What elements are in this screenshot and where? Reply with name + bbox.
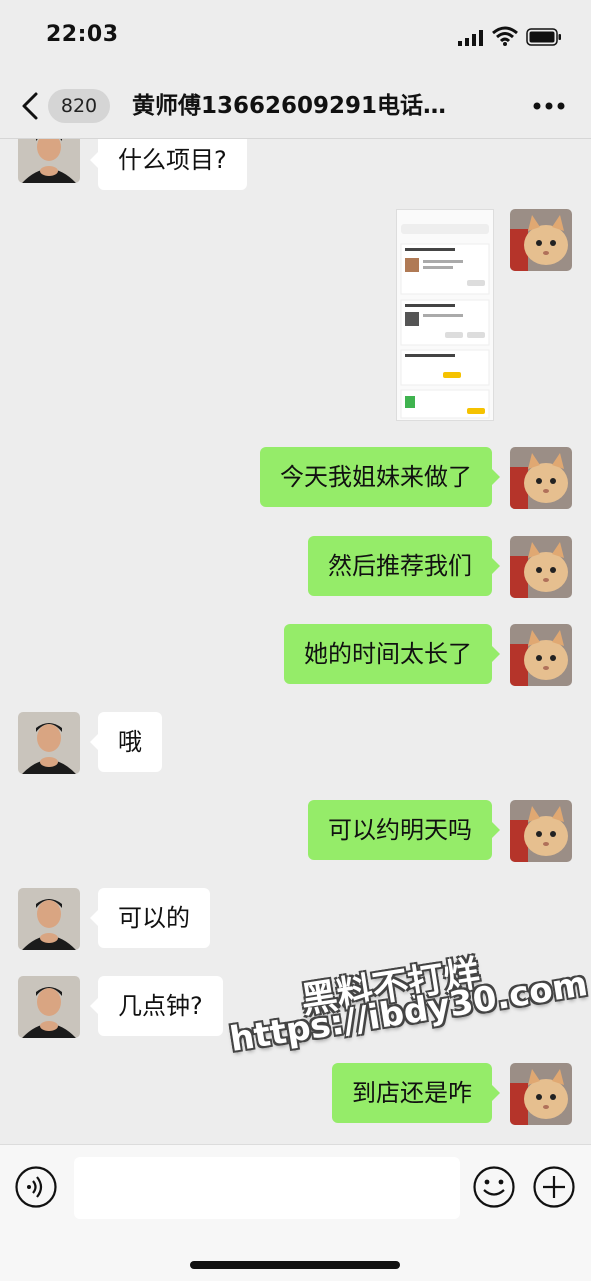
chat-header: 820 黄师傅13662609291电话… — [0, 74, 591, 139]
message-bubble-incoming[interactable]: 什么项目? — [90, 139, 247, 190]
message-bubble-outgoing[interactable]: 到店还是咋 — [332, 1063, 500, 1123]
message-bubble-outgoing[interactable]: 然后推荐我们 — [308, 536, 500, 596]
message-bubble-incoming[interactable]: 几点钟? — [90, 976, 223, 1036]
status-bar: 22:03 — [0, 0, 591, 74]
shared-screenshot-image[interactable] — [396, 209, 494, 421]
emoji-icon[interactable] — [472, 1165, 516, 1209]
contact-avatar[interactable] — [18, 712, 80, 774]
signal-icon — [458, 30, 483, 46]
message-bubble-outgoing[interactable]: 她的时间太长了 — [284, 624, 500, 684]
chat-title: 黄师傅13662609291电话… — [132, 93, 447, 119]
more-dots-icon[interactable] — [532, 100, 566, 112]
my-avatar[interactable] — [510, 209, 572, 271]
plus-icon[interactable] — [532, 1165, 576, 1209]
voice-icon[interactable] — [14, 1165, 58, 1209]
message-input[interactable] — [74, 1157, 460, 1219]
message-bubble-incoming[interactable]: 哦 — [90, 712, 162, 772]
contact-avatar[interactable] — [18, 888, 80, 950]
my-avatar[interactable] — [510, 624, 572, 686]
my-avatar[interactable] — [510, 800, 572, 862]
unread-count-badge[interactable]: 820 — [48, 89, 110, 123]
message-bubble-outgoing[interactable]: 今天我姐妹来做了 — [260, 447, 500, 507]
battery-icon — [526, 28, 561, 46]
status-time: 22:03 — [46, 22, 119, 47]
message-bubble-incoming[interactable]: 可以的 — [90, 888, 210, 948]
contact-avatar[interactable] — [18, 976, 80, 1038]
my-avatar[interactable] — [510, 1063, 572, 1125]
input-bar — [0, 1144, 591, 1281]
contact-avatar[interactable] — [18, 139, 80, 183]
my-avatar[interactable] — [510, 536, 572, 598]
message-bubble-outgoing[interactable]: 可以约明天吗 — [308, 800, 500, 860]
back-chevron-icon[interactable] — [18, 90, 42, 122]
my-avatar[interactable] — [510, 447, 572, 509]
wifi-icon — [492, 26, 518, 46]
home-indicator[interactable] — [190, 1261, 400, 1269]
